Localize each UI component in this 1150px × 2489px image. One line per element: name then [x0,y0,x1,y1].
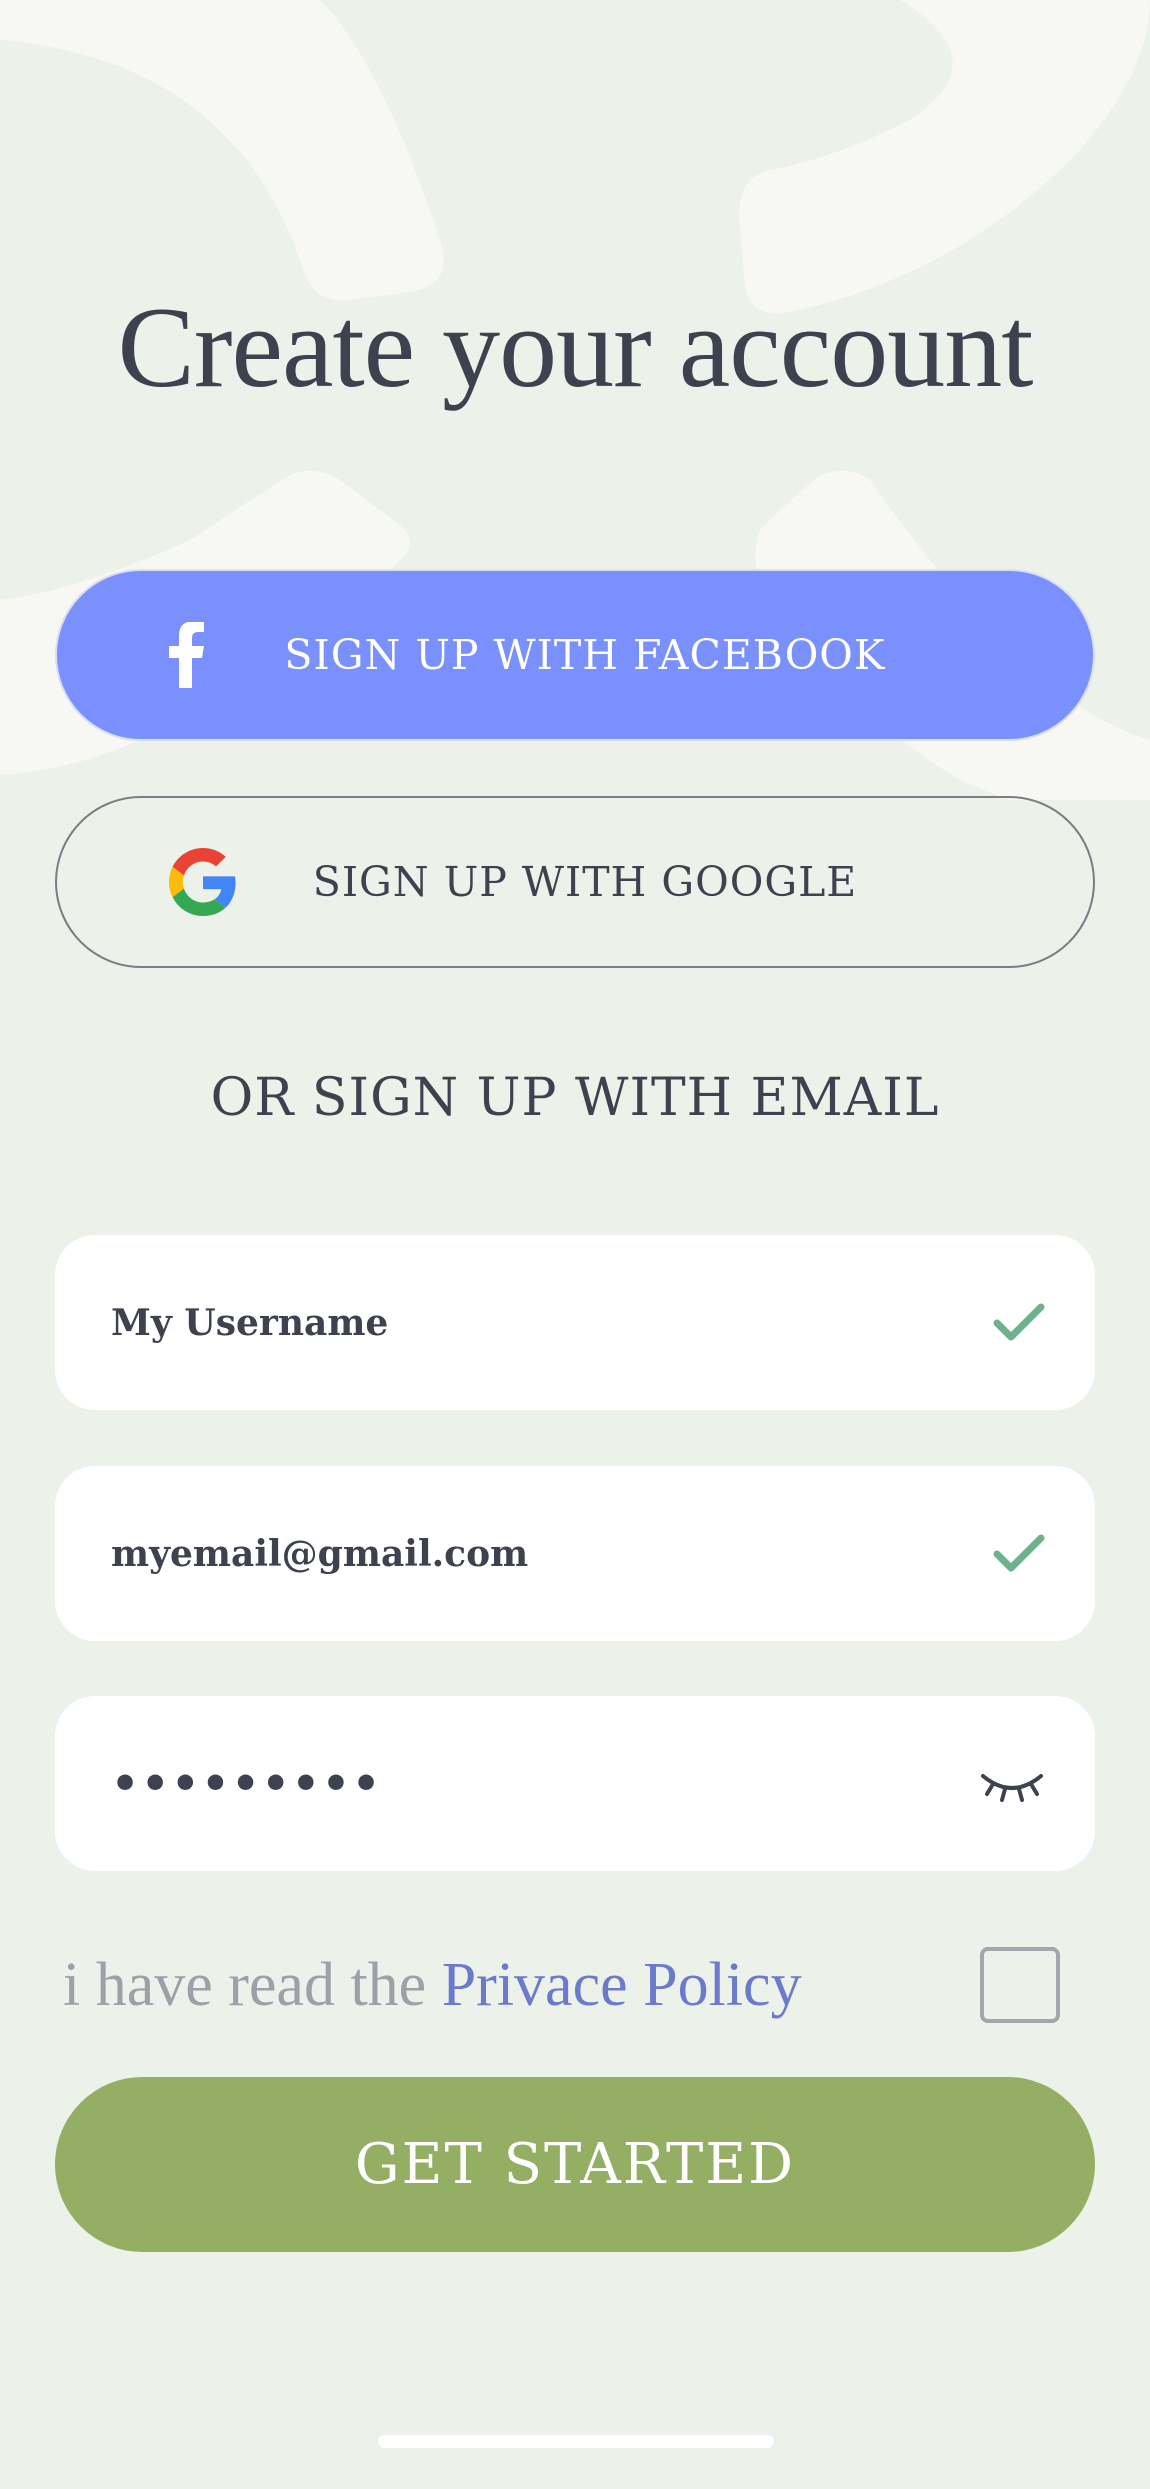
home-indicator [378,2435,774,2448]
email-value: myemail@gmail.com [111,1532,529,1575]
policy-prefix: i have read the [63,1951,442,2019]
get-started-label: GET STARTED [354,2132,796,2197]
email-divider-text: OR SIGN UP WITH EMAIL [210,1068,940,1128]
google-signup-label: SIGN UP WITH GOOGLE [312,858,858,906]
check-icon [993,1534,1045,1574]
get-started-button[interactable]: GET STARTED [55,2077,1095,2252]
facebook-signup-label: SIGN UP WITH FACEBOOK [284,631,886,679]
privacy-policy-text: i have read the Privace Policy [63,1950,802,2021]
password-value: ••••••••• [111,1758,383,1809]
page-title: Create your account [117,284,1033,412]
check-icon [993,1303,1045,1343]
username-value: My Username [111,1301,389,1344]
facebook-signup-button[interactable]: SIGN UP WITH FACEBOOK [55,569,1095,741]
password-field[interactable]: ••••••••• [55,1696,1095,1871]
privacy-policy-link[interactable]: Privace Policy [442,1951,802,2019]
username-field[interactable]: My Username [55,1235,1095,1410]
eye-closed-icon[interactable] [979,1766,1045,1802]
email-field[interactable]: myemail@gmail.com [55,1466,1095,1641]
google-signup-button[interactable]: SIGN UP WITH GOOGLE [55,796,1095,968]
privacy-policy-checkbox[interactable] [980,1947,1060,2023]
